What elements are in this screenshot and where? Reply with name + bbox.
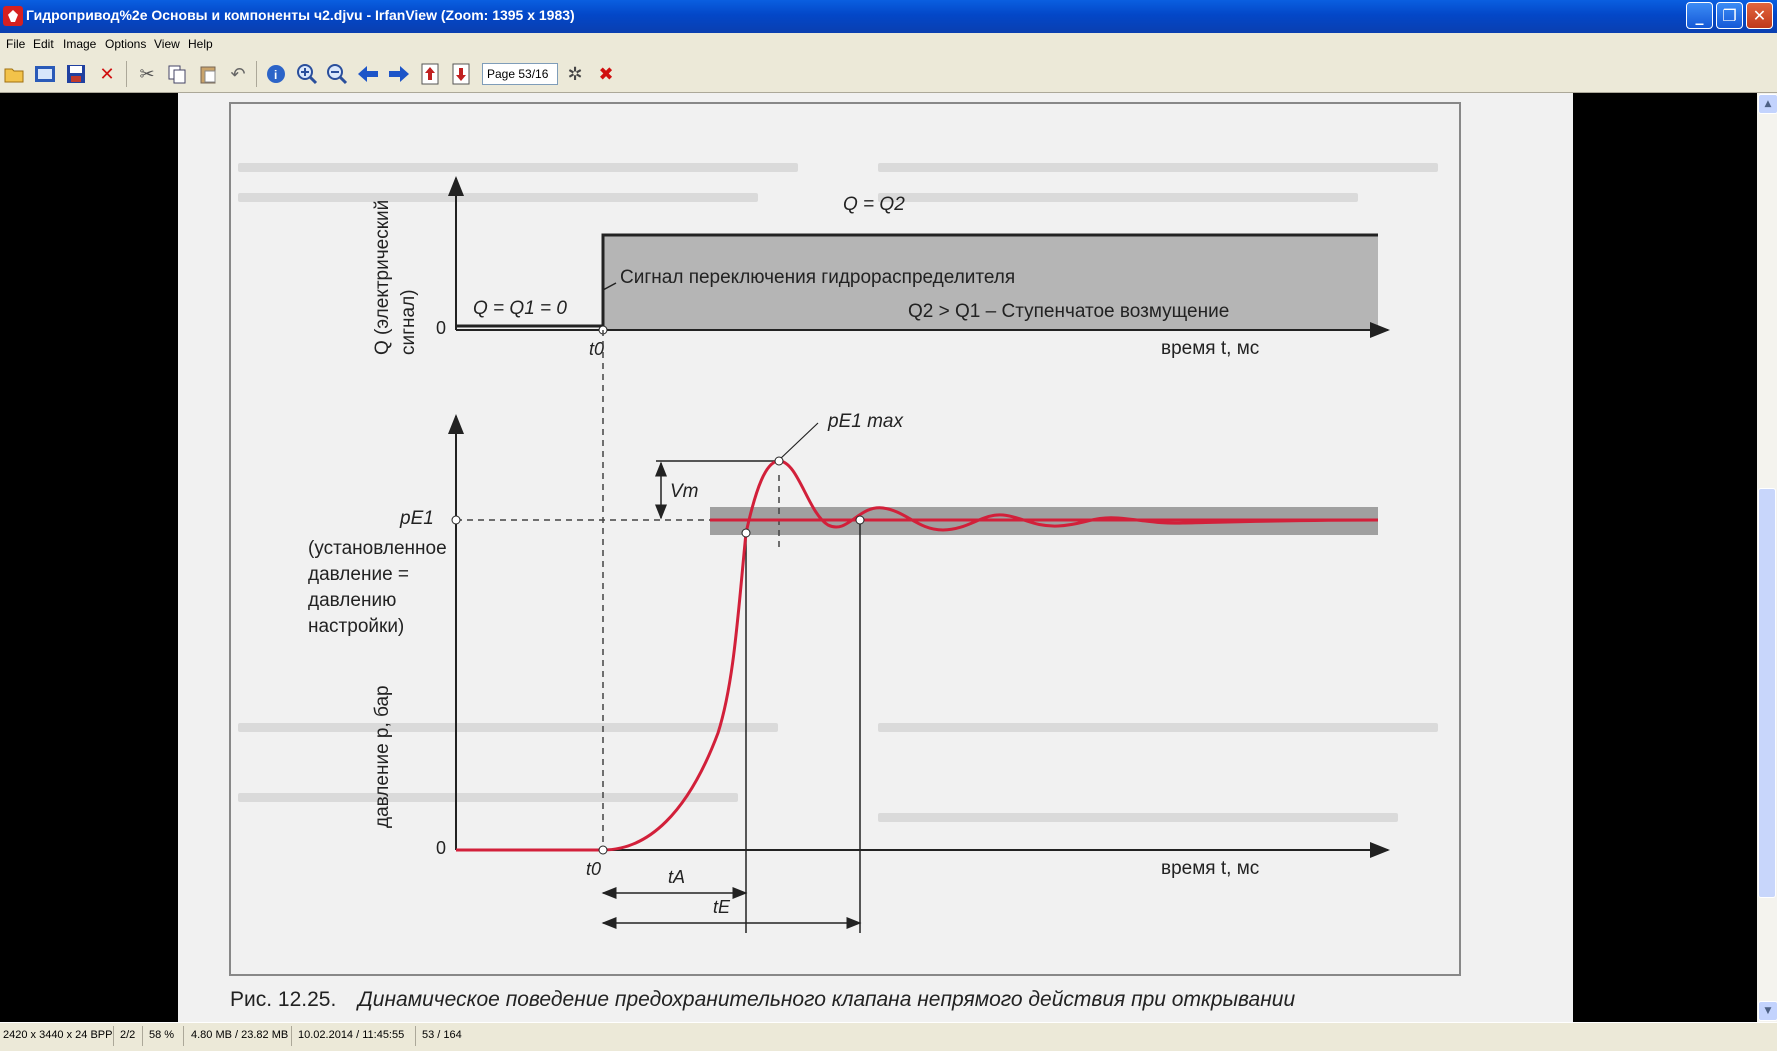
toolbar: ✕ ✂ ↶ i Page 53/16 ✲ ✖ (0, 55, 1777, 93)
scroll-down-button[interactable]: ▼ (1758, 1001, 1777, 1021)
zoom-in-icon[interactable] (295, 62, 319, 86)
page-number-field[interactable]: Page 53/16 (482, 63, 558, 85)
minimize-icon: _ (1695, 6, 1704, 25)
svg-text:i: i (274, 68, 277, 82)
top-origin-label: 0 (436, 318, 446, 338)
minimize-button[interactable]: _ (1686, 2, 1713, 29)
scanned-page: Q (электрический сигнал) 0 t0 Q = Q2 Q =… (178, 93, 1573, 1022)
caption-text: Динамическое поведение предохранительног… (356, 988, 1295, 1011)
figure-12-25: Q (электрический сигнал) 0 t0 Q = Q2 Q =… (229, 102, 1461, 1011)
thumbnails-icon[interactable] (33, 62, 57, 86)
menu-edit[interactable]: Edit (33, 37, 54, 51)
bottom-origin-label: 0 (436, 838, 446, 858)
pe1max-leader (778, 422, 819, 461)
bottom-ylabel: давление p, бар (372, 685, 393, 828)
menu-view[interactable]: View (154, 37, 180, 51)
previous-icon[interactable] (356, 62, 380, 86)
cut-icon[interactable]: ✂ (135, 62, 159, 86)
vm-label: Vm (670, 481, 699, 502)
properties-icon[interactable]: ✲ (563, 62, 587, 86)
status-zoom: 58 % (149, 1029, 175, 1041)
open-folder-icon[interactable] (3, 62, 27, 86)
vertical-scrollbar[interactable]: ▲ ▼ (1757, 93, 1777, 1022)
status-datetime: 10.02.2014 / 11:45:55 (298, 1029, 405, 1041)
delete-icon[interactable]: ✕ (95, 62, 119, 86)
top-ylabel-line1: Q (электрический (372, 200, 393, 355)
exit-icon[interactable]: ✖ (594, 62, 618, 86)
status-bar: 2420 x 3440 x 24 BPP 2/2 58 % 4.80 MB / … (0, 1022, 1777, 1051)
caption-prefix: Рис. 12.25. (230, 988, 336, 1011)
chevron-down-icon: ▼ (1764, 1006, 1772, 1016)
page-down-icon[interactable] (449, 62, 473, 86)
paste-icon[interactable] (196, 62, 220, 86)
scroll-thumb[interactable] (1758, 488, 1776, 898)
status-dimensions: 2420 x 3440 x 24 BPP (3, 1029, 113, 1041)
copy-icon[interactable] (165, 62, 189, 86)
q2-label: Q = Q2 (843, 194, 905, 215)
page-up-icon[interactable] (418, 62, 442, 86)
menu-help[interactable]: Help (188, 37, 213, 51)
top-t0-label: t0 (589, 339, 604, 359)
scroll-up-button[interactable]: ▲ (1758, 94, 1777, 114)
curve-start-marker (598, 845, 608, 855)
menu-image[interactable]: Image (63, 37, 96, 51)
top-xlabel: время t, мс (1161, 338, 1259, 359)
pe1-note-line1: (установленное (308, 538, 447, 559)
chevron-up-icon: ▲ (1764, 99, 1772, 109)
q1-label: Q = Q1 = 0 (473, 298, 567, 319)
pe1-note-line4: настройки) (308, 616, 404, 637)
irfanview-app-icon[interactable] (3, 6, 23, 26)
zoom-out-icon[interactable] (325, 62, 349, 86)
ta-marker (741, 528, 751, 538)
title-bar[interactable]: Гидропривод%2e Основы и компоненты ч2.dj… (0, 0, 1777, 33)
bottom-xlabel: время t, мс (1161, 858, 1259, 879)
close-icon: ✕ (1752, 6, 1767, 25)
info-icon[interactable]: i (264, 62, 288, 86)
top-ylabel-line2: сигнал) (398, 289, 419, 355)
menu-bar: File Edit Image Options View Help (0, 33, 1777, 55)
signal-label: Сигнал переключения гидрораспределителя (620, 267, 1015, 288)
status-frame: 2/2 (120, 1029, 136, 1041)
disturbance-label: Q2 > Q1 – Ступенчатое возмущение (908, 301, 1229, 322)
close-button[interactable]: ✕ (1746, 2, 1773, 29)
toolbar-separator (126, 61, 127, 87)
peak-marker (774, 456, 784, 466)
bottom-t0-label: t0 (586, 859, 601, 879)
pe1-label: pE1 (399, 508, 434, 529)
pe1-marker (451, 515, 461, 525)
maximize-button[interactable]: ❐ (1716, 2, 1743, 29)
window-title: Гидропривод%2e Основы и компоненты ч2.dj… (26, 7, 575, 23)
te-marker (855, 515, 865, 525)
pe1max-label: pE1 max (827, 411, 904, 432)
pe1-note-line2: давление = (308, 564, 409, 585)
next-icon[interactable] (387, 62, 411, 86)
undo-icon[interactable]: ↶ (226, 62, 250, 86)
ta-label: tA (668, 867, 685, 887)
menu-file[interactable]: File (6, 37, 25, 51)
image-viewport[interactable]: Q (электрический сигнал) 0 t0 Q = Q2 Q =… (0, 93, 1757, 1022)
menu-options[interactable]: Options (105, 37, 146, 51)
save-icon[interactable] (64, 62, 88, 86)
toolbar-separator (256, 61, 257, 87)
te-label: tE (713, 897, 731, 917)
status-page: 53 / 164 (422, 1029, 462, 1041)
maximize-icon: ❐ (1722, 6, 1737, 25)
status-memory: 4.80 MB / 23.82 MB (191, 1029, 289, 1041)
pe1-note-line3: давлению (308, 590, 396, 611)
